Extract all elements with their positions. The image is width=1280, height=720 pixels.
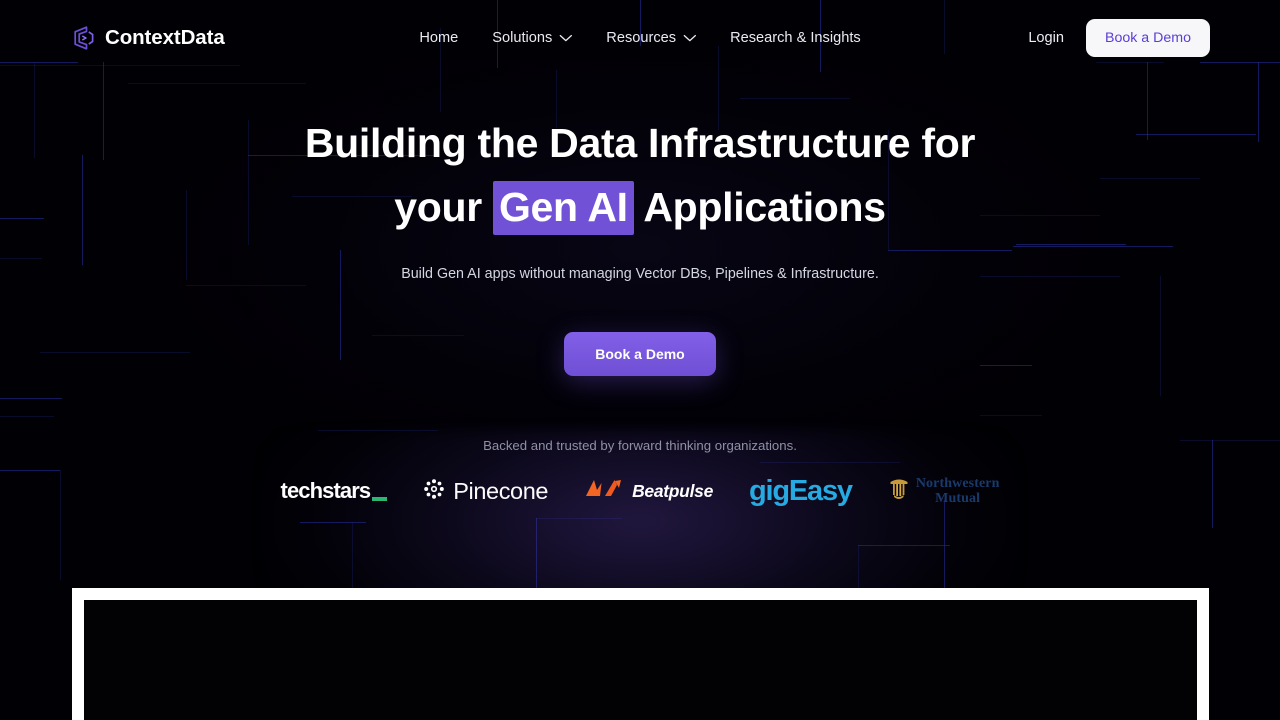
main-navigation: Home Solutions Resources Research & Insi… (402, 24, 877, 52)
contextdata-hex-logo-icon (70, 25, 94, 51)
gigeasy-wordmark: gigEasy (749, 474, 853, 507)
nav-item-label: Resources (606, 30, 677, 46)
partner-logo-pinecone: Pinecone (423, 478, 548, 505)
header-book-a-demo-button[interactable]: Book a Demo (1086, 19, 1210, 57)
trusted-by-label: Backed and trusted by forward thinking o… (483, 437, 797, 453)
nav-item-label: Home (419, 30, 459, 46)
nav-item-label: Research & Insights (730, 30, 861, 46)
nm-column-icon (888, 476, 910, 507)
techstars-wordmark: techstars (280, 478, 372, 504)
brand-name: ContextData (105, 26, 225, 49)
hero-book-a-demo-button[interactable]: Book a Demo (564, 331, 716, 376)
nm-wordmark-line2: Mutual (935, 491, 981, 507)
site-header: ContextData Home Solutions Resources Res… (0, 0, 1280, 76)
chevron-down-icon (683, 34, 696, 42)
nav-item-home[interactable]: Home (402, 24, 475, 52)
techstars-underscore-icon (372, 497, 388, 502)
partner-logo-techstars: techstars (281, 478, 388, 504)
header-actions: Login Book a Demo (1028, 19, 1210, 57)
partner-logo-northwestern-mutual: Northwestern Mutual (888, 476, 1000, 507)
hero-heading-line2-pre: your (394, 183, 493, 230)
partner-logo-gigeasy: gigEasy (749, 474, 853, 508)
nav-item-solutions[interactable]: Solutions (475, 24, 589, 52)
pinecone-wordmark: Pinecone (453, 477, 549, 504)
nav-item-label: Solutions (492, 30, 553, 46)
partner-logo-row: techstars Pinecone Beatpulse gigEasy Nor… (0, 475, 1280, 508)
nm-wordmark: Northwestern Mutual (916, 476, 1000, 507)
landing-page: ContextData Home Solutions Resources Res… (0, 0, 1280, 720)
chevron-down-icon (559, 34, 572, 42)
hero-heading-highlight: Gen AI (492, 180, 634, 235)
partner-logo-beatpulse: Beatpulse (584, 477, 713, 506)
beatpulse-chevrons-icon (584, 477, 624, 506)
hero-heading-line2-post: Applications (633, 183, 886, 230)
hero-heading-line1: Building the Data Infrastructure for (304, 120, 976, 166)
login-link[interactable]: Login (1028, 30, 1064, 46)
brand-logo[interactable]: ContextData (70, 25, 225, 51)
page-title: Building the Data Infrastructure for you… (0, 112, 1280, 240)
nav-item-resources[interactable]: Resources (589, 24, 713, 52)
nm-wordmark-line1: Northwestern (915, 475, 1000, 491)
hero-subtitle: Build Gen AI apps without managing Vecto… (401, 265, 879, 282)
pinecone-burst-icon (423, 478, 445, 505)
hero-section: Building the Data Infrastructure for you… (0, 0, 1280, 508)
bottom-media-frame-inner[interactable] (84, 600, 1197, 720)
bottom-media-frame (72, 588, 1209, 720)
nav-item-research-insights[interactable]: Research & Insights (713, 24, 878, 52)
beatpulse-wordmark: Beatpulse (632, 480, 714, 501)
